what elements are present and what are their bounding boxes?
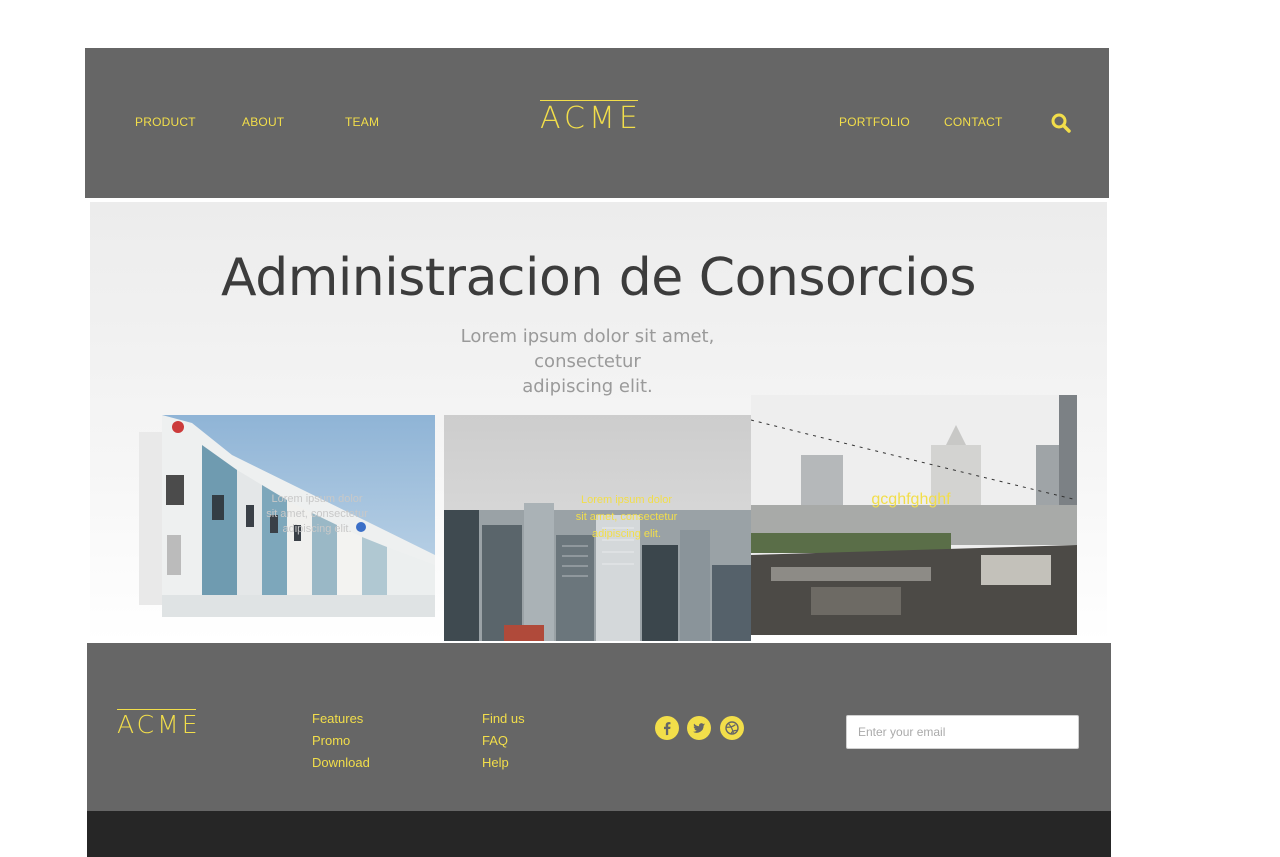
caption-line: sit amet, consectetur	[266, 508, 368, 520]
caption-line: adipiscing elit.	[282, 523, 352, 535]
portfolio-card-houses[interactable]: Lorem ipsum dolor sit amet, consectetur …	[162, 415, 435, 617]
logo-rule	[540, 100, 638, 101]
header-logo[interactable]: ACME	[540, 100, 642, 134]
nav-product[interactable]: PRODUCT	[135, 115, 196, 129]
hero-subtitle: Lorem ipsum dolor sit amet, consectetur …	[460, 324, 715, 399]
footer-link-find-us[interactable]: Find us	[482, 711, 525, 726]
caption-line: Lorem ipsum dolor	[271, 493, 363, 505]
caption-line: adipiscing elit.	[591, 528, 662, 540]
rooftop-photo	[751, 395, 1077, 635]
caption-line: sit amet, consectetur	[575, 511, 678, 523]
caption-line: Lorem ipsum dolor	[580, 494, 673, 506]
logo-text: ACME	[540, 101, 642, 136]
hero-title: Administracion de Consorcios	[221, 248, 976, 308]
facebook-icon	[664, 722, 671, 736]
nav-portfolio[interactable]: PORTFOLIO	[839, 115, 910, 129]
footer-link-faq[interactable]: FAQ	[482, 733, 508, 748]
site-footer: ACME Features Promo Download Find us FAQ…	[87, 643, 1111, 811]
nav-contact[interactable]: CONTACT	[944, 115, 1003, 129]
hero-subtitle-line: consectetur	[534, 351, 641, 372]
dribbble-button[interactable]	[720, 716, 744, 740]
footer-logo[interactable]: ACME	[117, 709, 200, 737]
nav-about[interactable]: ABOUT	[242, 115, 284, 129]
card-caption: Lorem ipsum dolor sit amet, consectetur …	[564, 492, 689, 543]
footer-link-download[interactable]: Download	[312, 755, 370, 770]
caption-line: gcghfghghf	[871, 491, 951, 508]
card-caption: Lorem ipsum dolor sit amet, consectetur …	[257, 492, 377, 537]
footer-link-help[interactable]: Help	[482, 755, 509, 770]
footer-link-features[interactable]: Features	[312, 711, 363, 726]
facebook-button[interactable]	[655, 716, 679, 740]
footer-link-promo[interactable]: Promo	[312, 733, 350, 748]
dribbble-icon	[725, 721, 739, 735]
twitter-button[interactable]	[687, 716, 711, 740]
portfolio-card-city[interactable]: Lorem ipsum dolor sit amet, consectetur …	[444, 415, 751, 641]
email-field[interactable]	[846, 715, 1079, 749]
search-icon	[1051, 113, 1071, 133]
footer-bottom-bar	[87, 811, 1111, 857]
logo-rule	[117, 709, 197, 710]
hero-subtitle-line: Lorem ipsum dolor sit amet,	[460, 326, 715, 347]
nav-team[interactable]: TEAM	[345, 115, 379, 129]
hero-subtitle-line: adipiscing elit.	[522, 376, 653, 397]
search-button[interactable]	[1050, 112, 1072, 134]
logo-text: ACME	[117, 710, 201, 739]
site-header: PRODUCT ABOUT TEAM ACME PORTFOLIO CONTAC…	[85, 48, 1109, 198]
portfolio-card-rooftop[interactable]: gcghfghghf	[751, 395, 1077, 635]
hero-section: Administracion de Consorcios Lorem ipsum…	[90, 202, 1107, 642]
twitter-icon	[693, 723, 705, 733]
card-caption: gcghfghghf	[831, 490, 991, 510]
